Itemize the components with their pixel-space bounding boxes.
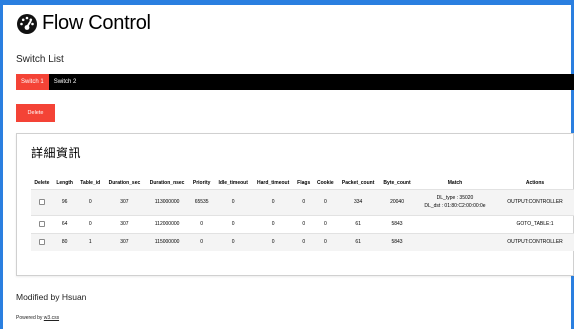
column-header: Byte_count — [383, 180, 411, 187]
cell-priority: 0 — [189, 232, 214, 251]
dashboard-gauge-icon — [16, 13, 38, 35]
cell-match — [415, 214, 495, 233]
cell-hard-timeout: 0 — [252, 232, 294, 251]
cell-byte-count: 20040 — [379, 188, 415, 215]
cell-length: 80 — [52, 232, 77, 251]
checkbox-icon[interactable] — [38, 198, 45, 205]
cell-duration-sec: 307 — [103, 214, 145, 233]
cell-length: 96 — [52, 188, 77, 215]
cell-cookie: 0 — [313, 214, 338, 233]
column-header: Length — [56, 180, 73, 187]
cell-priority: 65535 — [189, 188, 214, 215]
cell-duration-nsec: 115000000 — [144, 232, 190, 251]
column-header: Delete — [34, 180, 50, 187]
checkbox-icon[interactable] — [38, 220, 45, 227]
column-header: Idle_timeout — [218, 180, 248, 187]
column-header: Table_id — [80, 180, 101, 187]
cell-cookie: 0 — [313, 188, 338, 215]
footer-title: Modified by Hsuan — [16, 292, 87, 302]
cell-match — [415, 232, 495, 251]
table-header-row: Delete Length Table_id Duration_sec Dura… — [31, 178, 574, 189]
column-header: Duration_nsec — [149, 180, 185, 187]
cell-duration-sec: 307 — [103, 188, 145, 215]
page-title: Flow Control — [42, 12, 151, 34]
cell-flags: 0 — [293, 232, 314, 251]
cell-flags: 0 — [293, 214, 314, 233]
window-frame-top — [0, 0, 574, 5]
column-header: Packet_count — [341, 180, 375, 187]
cell-table-id: 1 — [76, 232, 104, 251]
switch-tabbar: Switch 1 Switch 2 — [16, 74, 574, 90]
column-header: Match — [447, 180, 463, 187]
w3css-link[interactable]: w3.css — [44, 315, 59, 321]
column-header: Flags — [297, 180, 311, 187]
tab-switch-1[interactable]: Switch 1 — [16, 74, 49, 90]
delete-cell — [31, 188, 53, 215]
cell-actions: OUTPUT:CONTROLLER — [495, 232, 574, 251]
page-header: Flow Control — [16, 12, 151, 35]
column-header: Hard_timeout — [257, 180, 290, 187]
checkbox-icon[interactable] — [38, 238, 45, 245]
window-frame-left — [0, 0, 3, 329]
cell-byte-count: 5843 — [379, 232, 415, 251]
cell-match: DL_type : 35020 DL_dst : 01:80:C2:00:00:… — [415, 188, 495, 215]
cell-duration-nsec: 112000000 — [144, 214, 190, 233]
switch-list-label: Switch List — [16, 54, 64, 65]
cell-hard-timeout: 0 — [252, 214, 294, 233]
column-header: Duration_sec — [108, 180, 141, 187]
cell-packet-count: 61 — [337, 214, 380, 233]
match-line: DL_dst : 01:80:C2:00:00:0e — [424, 203, 486, 209]
cell-length: 64 — [52, 214, 77, 233]
details-title: 詳細資訊 — [31, 146, 82, 160]
cell-packet-count: 334 — [337, 188, 380, 215]
column-header: Cookie — [317, 180, 334, 187]
table-row: 96 0 307 113000000 65535 0 0 0 0 334 200… — [31, 188, 574, 215]
tab-switch-2[interactable]: Switch 2 — [49, 74, 82, 90]
cell-duration-sec: 307 — [103, 232, 145, 251]
match-line: DL_type : 35020 — [436, 195, 474, 201]
flow-table: Delete Length Table_id Duration_sec Dura… — [31, 178, 574, 251]
column-header: Priority — [192, 180, 211, 187]
cell-byte-count: 5843 — [379, 214, 415, 233]
cell-cookie: 0 — [313, 232, 338, 251]
cell-duration-nsec: 113000000 — [144, 188, 190, 215]
column-header: Actions — [525, 180, 545, 187]
cell-actions: GOTO_TABLE:1 — [495, 214, 574, 233]
cell-actions: OUTPUT:CONTROLLER — [495, 188, 574, 215]
delete-button[interactable]: Delete — [16, 104, 55, 122]
cell-hard-timeout: 0 — [252, 188, 294, 215]
cell-idle-timeout: 0 — [213, 188, 253, 215]
cell-idle-timeout: 0 — [213, 214, 253, 233]
cell-packet-count: 61 — [337, 232, 380, 251]
table-row: 64 0 307 112000000 0 0 0 0 0 61 5843 GOT… — [31, 214, 574, 233]
table-row: 80 1 307 115000000 0 0 0 0 0 61 5843 OUT… — [31, 232, 574, 251]
delete-cell — [31, 232, 53, 251]
cell-idle-timeout: 0 — [213, 232, 253, 251]
cell-priority: 0 — [189, 214, 214, 233]
powered-by: Powered by w3.css — [16, 315, 59, 321]
delete-cell — [31, 214, 53, 233]
details-card: 詳細資訊 Delete Length Table_id Duration_sec… — [16, 133, 574, 276]
cell-flags: 0 — [293, 188, 314, 215]
cell-table-id: 0 — [76, 214, 104, 233]
cell-table-id: 0 — [76, 188, 104, 215]
powered-prefix: Powered by — [16, 315, 44, 321]
